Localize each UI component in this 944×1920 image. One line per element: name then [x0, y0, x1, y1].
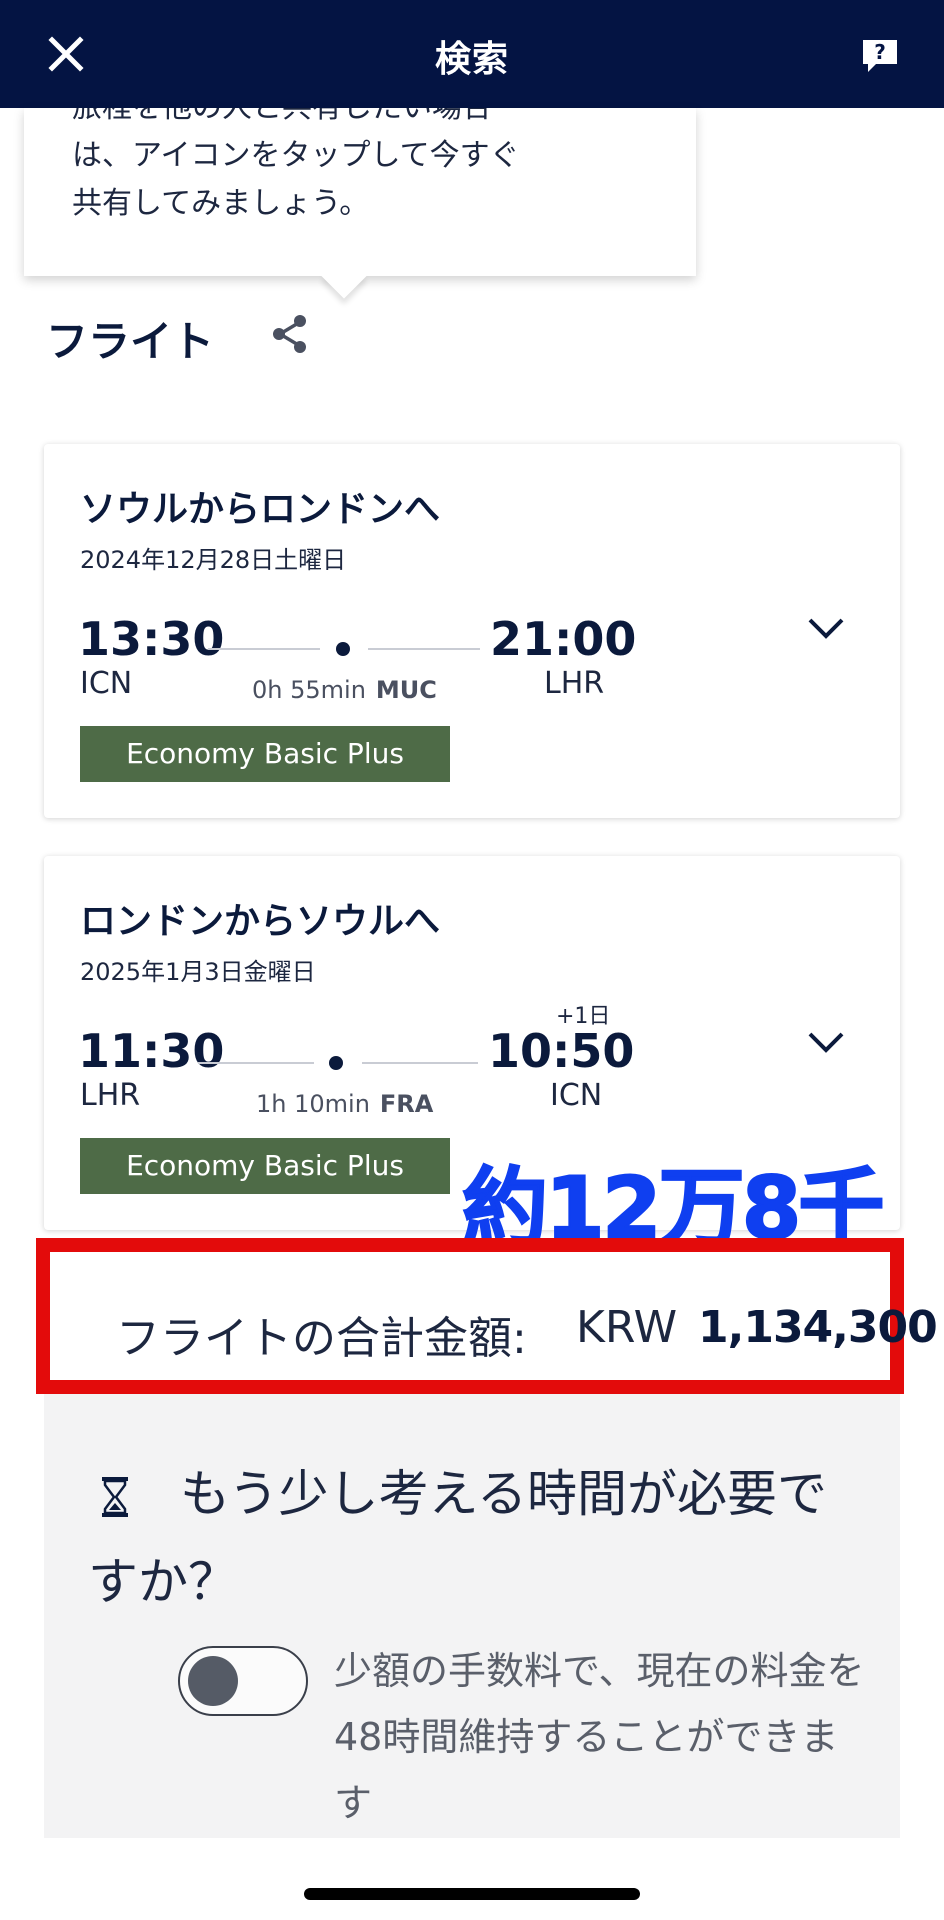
app-header: 検索 ? [0, 0, 944, 108]
section-title: フライト [46, 317, 215, 366]
total-label: フライトの合計金額: [116, 1313, 527, 1364]
route-line [362, 1062, 478, 1064]
total-currency: KRW [576, 1302, 678, 1353]
route-line [368, 648, 480, 650]
arrival-airport: ICN [550, 1078, 603, 1113]
layover-info: 1h 10min FRA [256, 1090, 433, 1118]
chevron-down-icon[interactable] [806, 616, 846, 642]
price-hold-toggle[interactable] [178, 1646, 308, 1716]
help-chat-icon[interactable]: ? [860, 36, 900, 76]
share-tooltip: 旅程を他の人と共有したい場合 は、アイコンをタップして今すぐ 共有してみましょう… [24, 108, 696, 299]
flight-route: ソウルからロンドンへ [80, 489, 441, 530]
flight-date: 2025年1月3日金曜日 [80, 958, 316, 986]
departure-time: 13:30 [78, 612, 225, 666]
hold-description: 少額の手数料で、現在の料金を48時間維持することができます [334, 1649, 865, 1825]
svg-text:?: ? [874, 40, 886, 64]
layover-duration: 1h 10min [256, 1090, 370, 1118]
price-hold-section: もう少し考える時間が必要ですか？ 少額の手数料で、現在の料金を48時間維持するこ… [44, 1394, 900, 1838]
departure-airport: LHR [80, 1078, 141, 1113]
total-price-highlight: フライトの合計金額: KRW 1,134,300 [36, 1238, 938, 1394]
layover-dot [336, 642, 350, 656]
chevron-down-icon[interactable] [806, 1030, 846, 1056]
layover-airport: FRA [379, 1090, 434, 1118]
departure-time: 11:30 [78, 1024, 225, 1078]
total-amount: 1,134,300 [698, 1302, 938, 1353]
layover-duration: 0h 55min [252, 676, 366, 704]
route-line [198, 1062, 314, 1064]
layover-airport: MUC [375, 676, 437, 704]
home-indicator [304, 1888, 640, 1900]
flight-card-outbound[interactable]: ソウルからロンドンへ 2024年12月28日土曜日 13:30 ICN 0h 5… [44, 444, 900, 818]
page-title: 検索 [434, 39, 509, 80]
arrival-time: 10:50 [488, 1024, 635, 1078]
flight-route: ロンドンからソウルへ [80, 901, 441, 942]
tooltip-text: 旅程を他の人と共有したい場合 は、アイコンをタップして今すぐ 共有してみましょう… [72, 108, 520, 221]
layover-info: 0h 55min MUC [252, 676, 437, 704]
fare-badge: Economy Basic Plus [80, 726, 450, 782]
departure-airport: ICN [80, 666, 133, 701]
share-icon[interactable] [268, 312, 312, 356]
route-line [208, 648, 320, 650]
arrival-time: 21:00 [490, 612, 637, 666]
hold-title: もう少し考える時間が必要ですか？ [88, 1465, 827, 1611]
flight-date: 2024年12月28日土曜日 [80, 546, 347, 574]
toggle-knob [188, 1656, 238, 1706]
layover-dot [329, 1056, 343, 1070]
arrival-airport: LHR [544, 666, 605, 701]
fare-badge: Economy Basic Plus [80, 1138, 450, 1194]
